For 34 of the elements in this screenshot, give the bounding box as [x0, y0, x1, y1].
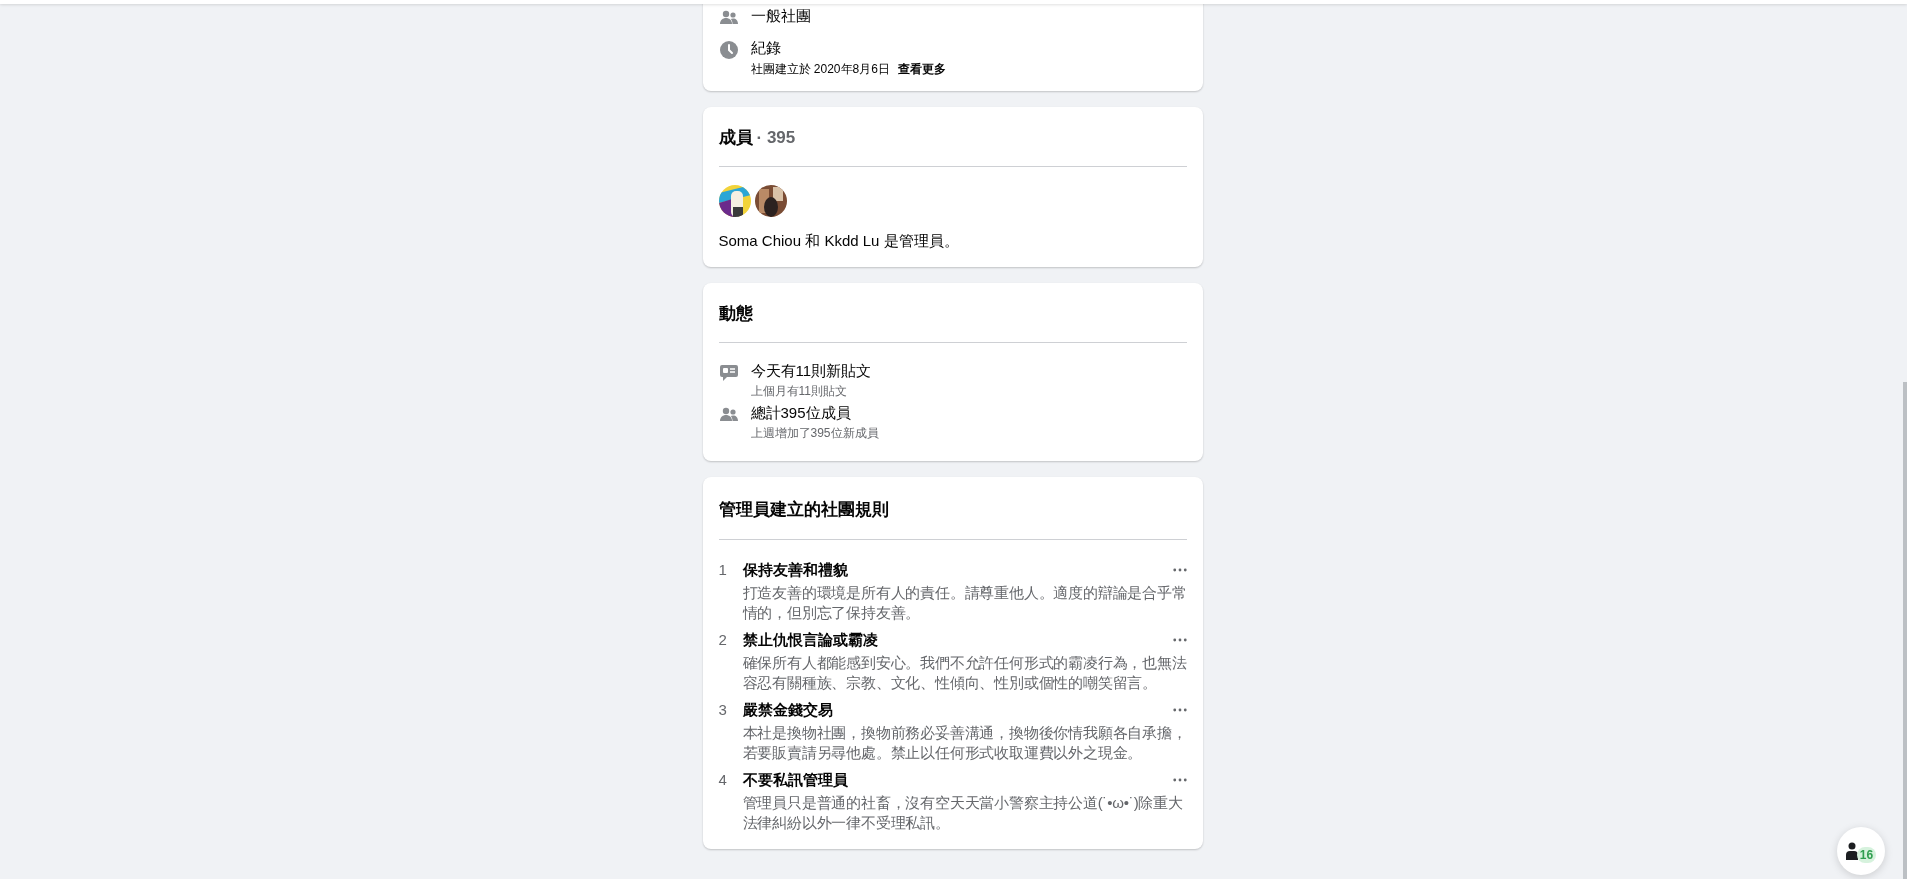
chat-icon	[718, 363, 739, 383]
activity-title: 總計395位成員	[750, 403, 852, 423]
info-title: 紀錄	[750, 38, 782, 58]
rule-number: 4	[718, 770, 728, 790]
card-title: 管理員建立的社團規則	[718, 499, 889, 521]
rule-title: 嚴禁金錢交易	[742, 700, 834, 720]
rule-description: 本社是換物社團，換物前務必妥善溝通，換物後你情我願各自承擔，若要販賣請另尋他處。禁止以任何形式收取運費以外之現金。	[742, 723, 1187, 763]
rule-description: 確保所有人都能感到安心。我們不允許任何形式的霸凌行為，也無法容忍有關種族、宗教、文化、性傾向、性別或個性的嘲笑留言。	[742, 653, 1187, 693]
card-title: 動態	[718, 303, 753, 325]
rule-title: 保持友善和禮貌	[742, 560, 849, 580]
more-icon[interactable]	[1172, 638, 1187, 642]
clock-icon	[718, 40, 739, 60]
more-icon[interactable]	[1172, 568, 1187, 572]
person-icon	[1845, 842, 1860, 860]
more-icon[interactable]	[1172, 708, 1187, 712]
rule-description: 打造友善的環境是所有人的責任。請尊重他人。適度的辯論是合乎常情的，但別忘了保持友善。	[742, 583, 1187, 623]
rule-number: 1	[718, 560, 728, 580]
rule-title: 不要私訊管理員	[742, 770, 849, 790]
more-icon[interactable]	[1172, 778, 1187, 782]
rule-description: 管理員只是普通的社畜，沒有空天天當小警察主持公道(˙•ω•˙)除重大法律糾紛以外一律不受理私訊。	[742, 793, 1184, 833]
admins-text: Soma Chiou 和 Kkdd Lu 是管理員。	[718, 231, 960, 251]
activity-detail: 上個月有11則貼文	[750, 383, 848, 399]
rule-title: 禁止仇恨言論或霸凌	[742, 630, 879, 650]
created-date: 社團建立於 2020年8月6日	[750, 61, 890, 77]
scroll-thumb[interactable]	[1903, 382, 1907, 879]
info-title: 一般社團	[750, 6, 811, 26]
rule-number: 3	[718, 700, 728, 720]
rule-number: 2	[718, 630, 728, 650]
member-count: · 395	[756, 127, 796, 149]
online-count-badge: 16	[1856, 847, 1877, 863]
activity-detail: 上週增加了395位新成員	[750, 425, 879, 441]
card-title: 成員	[718, 127, 753, 149]
activity-title: 今天有11則新貼文	[750, 361, 872, 381]
see-more-link[interactable]: 查看更多	[897, 61, 946, 77]
